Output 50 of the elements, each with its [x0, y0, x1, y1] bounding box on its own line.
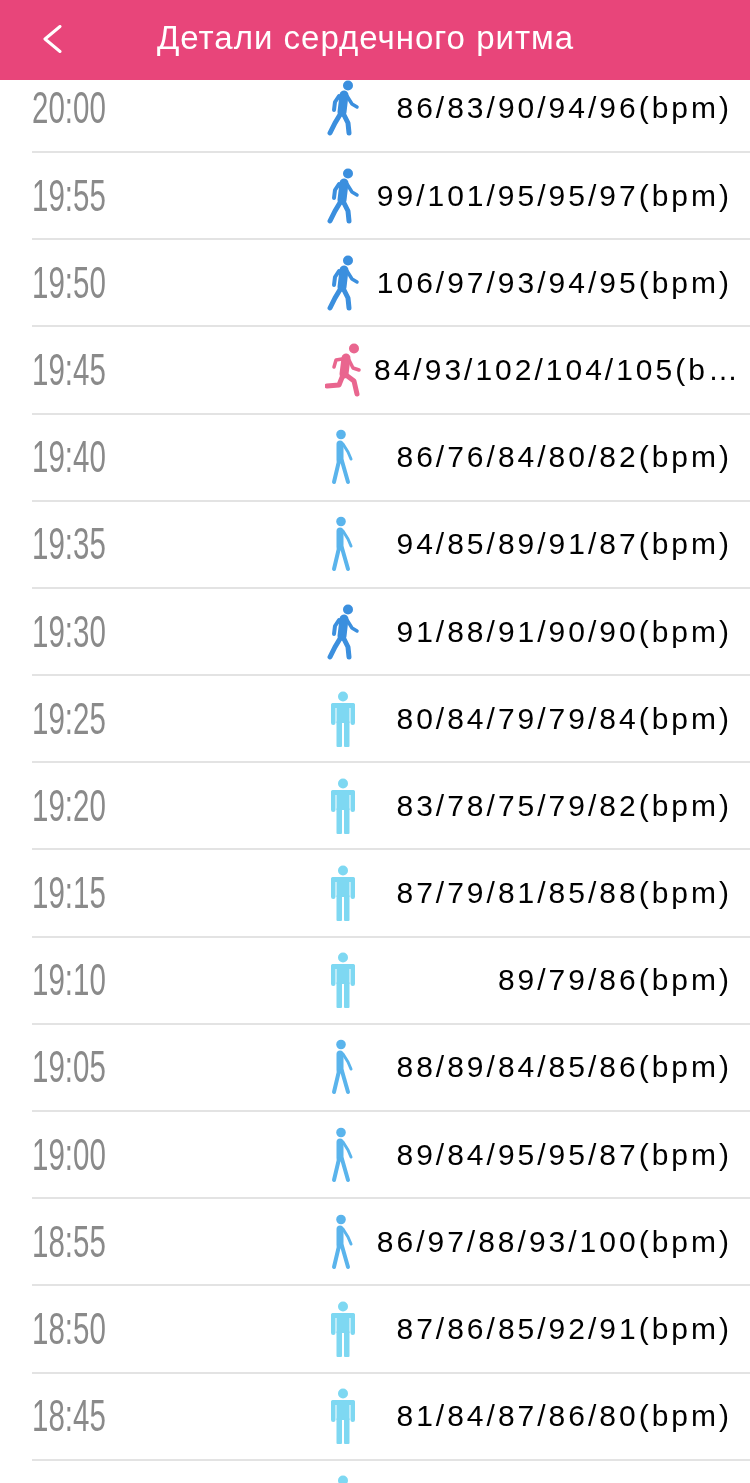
page-title: Детали сердечного ритма [157, 18, 575, 58]
heart-rate-reading: 86/97/88/93/100(bpm) [376, 1223, 732, 1260]
standing-person-icon [331, 690, 355, 747]
heart-rate-reading: 88/89/84/85/86(bpm) [396, 1049, 732, 1086]
running-person-icon [324, 342, 362, 397]
heart-rate-reading: 86/83/90/94/96(bpm) [396, 90, 732, 127]
walking-person-icon [331, 1126, 355, 1183]
walking-person-icon [331, 1039, 355, 1096]
time-label: 19:05 [32, 1045, 106, 1090]
time-label: 19:40 [32, 435, 106, 480]
heart-rate-reading: 91/88/91/90/90(bpm) [396, 613, 732, 650]
time-label: 19:35 [32, 522, 106, 567]
time-label: 18:55 [32, 1219, 106, 1264]
time-label: 18:45 [32, 1394, 106, 1439]
heart-rate-reading: 81/84/87/86/80(bpm) [396, 1398, 732, 1435]
heart-rate-reading: 99/101/95/95/97(bpm) [376, 177, 732, 214]
heart-rate-reading: 89/79/86(bpm) [497, 962, 732, 999]
heart-rate-reading: 87/86/85/92/91(bpm) [396, 1311, 732, 1347]
walking-person-icon [326, 254, 360, 311]
walking-person-icon [331, 429, 355, 486]
time-label: 19:45 [32, 347, 106, 392]
heart-rate-reading: 80/84/79/79/84(bpm) [396, 700, 732, 737]
back-icon[interactable] [42, 25, 62, 53]
heart-rate-reading: 86/76/84/80/82(bpm) [396, 439, 732, 476]
heart-rate-reading: 94/85/89/91/87(bpm) [396, 526, 732, 563]
walking-person-icon [331, 516, 355, 573]
heart-rate-reading: 84/93/102/104/105(b… [374, 351, 741, 388]
time-label: 19:10 [32, 958, 106, 1003]
walking-person-icon [331, 1213, 355, 1270]
walking-person-icon [326, 80, 360, 137]
time-label: 19:55 [32, 173, 106, 218]
time-label: 19:30 [32, 609, 106, 654]
standing-person-icon [331, 865, 355, 922]
time-label: 19:25 [32, 696, 106, 741]
heart-rate-reading: 83/78/75/79/82(bpm) [396, 787, 732, 824]
standing-person-icon [331, 777, 355, 834]
time-label: 19:50 [32, 260, 106, 305]
standing-person-icon [331, 1388, 355, 1445]
heart-rate-reading: 87/79/81/85/88(bpm) [396, 875, 732, 912]
heart-rate-reading: 89/84/95/95/87(bpm) [396, 1136, 732, 1173]
time-label: 18:50 [32, 1307, 106, 1351]
standing-person-icon [331, 952, 355, 1009]
time-label: 19:15 [32, 871, 106, 916]
heart-rate-reading: 106/97/93/94/95(bpm) [376, 264, 732, 301]
standing-person-icon [331, 1301, 355, 1357]
time-label: 19:00 [32, 1132, 106, 1177]
time-label: 20:00 [32, 86, 106, 131]
walking-person-icon [326, 603, 360, 660]
time-label: 19:20 [32, 783, 106, 828]
walking-person-icon [326, 167, 360, 224]
